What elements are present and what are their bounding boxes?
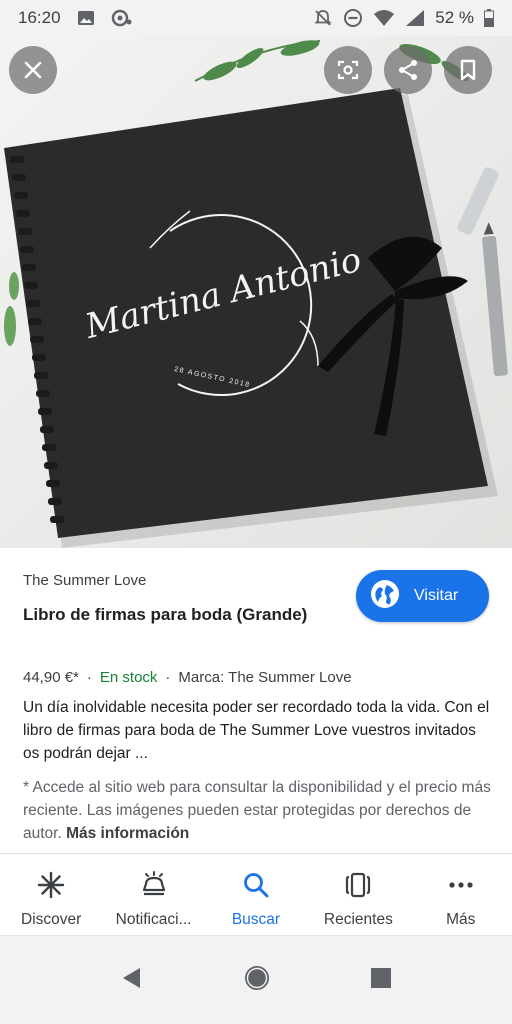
search-icon — [241, 870, 271, 905]
nav-label: Recientes — [323, 911, 393, 928]
nav-recents[interactable]: Recientes — [307, 854, 409, 935]
share-button[interactable] — [384, 46, 432, 94]
nav-discover[interactable]: Discover — [0, 854, 102, 935]
product-image[interactable]: Martina Antonio 28 AGOSTO 2018 — [0, 36, 512, 548]
close-icon — [23, 60, 43, 80]
meta-separator: · — [86, 669, 92, 686]
nav-label: Buscar — [231, 911, 281, 928]
asterisk-icon — [36, 870, 66, 905]
back-icon[interactable] — [120, 966, 144, 995]
nav-label: Notificaci... — [115, 911, 192, 928]
visit-button[interactable]: Visitar — [356, 570, 489, 622]
product-title[interactable]: Libro de firmas para boda (Grande) — [23, 600, 343, 629]
visit-label: Visitar — [414, 587, 459, 604]
overview-icon[interactable] — [370, 967, 392, 994]
bottom-navigation: Discover Notificaci... Buscar Recientes … — [0, 853, 512, 935]
lens-button[interactable] — [324, 46, 372, 94]
signal-icon — [405, 9, 425, 27]
home-icon[interactable] — [243, 964, 271, 997]
product-source[interactable]: The Summer Love — [23, 572, 146, 589]
assistant-icon — [111, 9, 133, 27]
status-time: 16:20 — [18, 8, 61, 27]
battery-level: 52 % — [435, 8, 474, 27]
system-navigation-bar — [0, 935, 512, 1024]
product-brand: Marca: The Summer Love — [178, 669, 352, 686]
more-info-link[interactable]: Más información — [66, 825, 189, 842]
more-icon — [446, 870, 476, 905]
nav-notifications[interactable]: Notificaci... — [102, 854, 204, 935]
battery-icon — [484, 9, 494, 27]
mute-icon — [313, 8, 333, 28]
wifi-icon — [373, 9, 395, 27]
nav-label: Discover — [21, 911, 82, 928]
globe-icon — [370, 579, 400, 614]
nav-search[interactable]: Buscar — [205, 854, 307, 935]
product-price: 44,90 €* — [23, 669, 79, 686]
disclaimer-note: * Accede al sitio web para consultar la … — [23, 776, 493, 845]
gallery-icon — [77, 10, 95, 26]
bell-icon — [139, 870, 169, 905]
bookmark-icon — [458, 58, 478, 82]
share-icon — [396, 58, 420, 82]
stock-status: En stock — [99, 669, 158, 686]
product-description: Un día inolvidable necesita poder ser re… — [23, 699, 490, 762]
nav-more[interactable]: Más — [410, 854, 512, 935]
dnd-icon — [343, 8, 363, 28]
product-info: The Summer Love Libro de firmas para bod… — [0, 548, 512, 853]
lens-icon — [336, 58, 360, 82]
nav-label: Más — [446, 911, 476, 928]
status-bar: 16:20 52 % — [0, 0, 512, 36]
close-button[interactable] — [9, 46, 57, 94]
save-button[interactable] — [444, 46, 492, 94]
meta-separator: · — [165, 669, 171, 686]
product-meta: 44,90 €* · En stock · Marca: The Summer … — [23, 669, 352, 686]
recents-icon — [343, 870, 373, 905]
